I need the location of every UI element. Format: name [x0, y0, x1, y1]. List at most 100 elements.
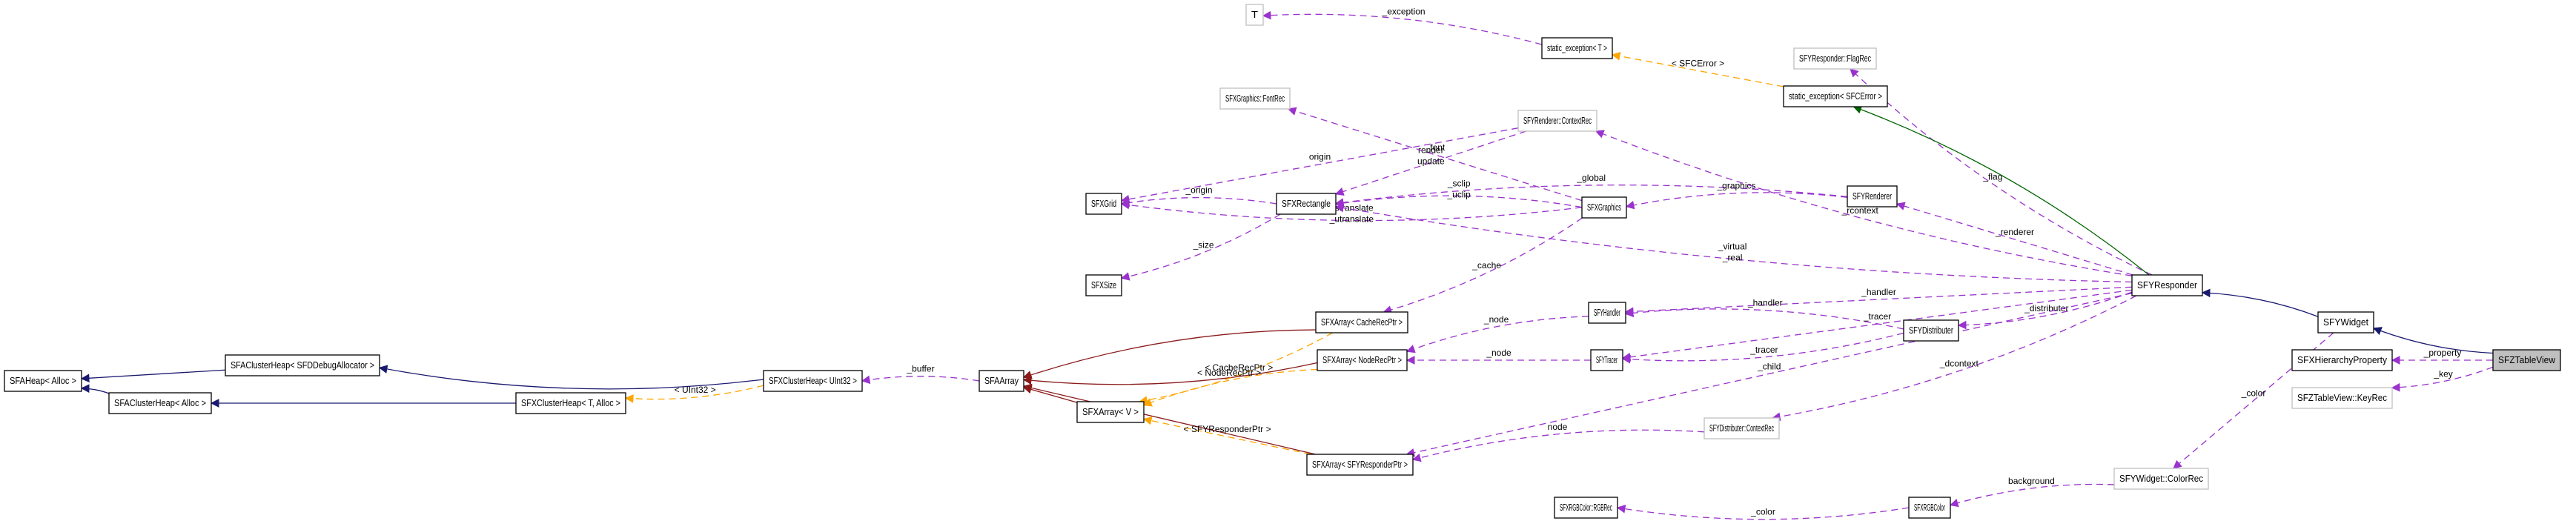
class-name: SFYTracer: [1596, 354, 1618, 365]
class-node-sfyrendererctx[interactable]: SFYRenderer::ContextRec: [1517, 110, 1597, 132]
class-node-sfydistributerctx[interactable]: SFYDistributer::ContextRec: [1703, 417, 1780, 439]
edge-label: _property: [2423, 348, 2462, 358]
class-name: T: [1251, 9, 1258, 20]
class-node-sfxarrayv[interactable]: SFXArray< V >: [1076, 401, 1145, 423]
class-node-sfxgraphics[interactable]: SFXGraphics: [1581, 196, 1627, 219]
class-node-sfxgrid[interactable]: SFXGrid: [1085, 193, 1122, 215]
edge-sfytracer-to-sfxarraynode: _node: [1405, 348, 1591, 365]
class-name: SFAArray: [984, 375, 1019, 386]
edge-label: _utranslate: [1329, 213, 1374, 224]
class-node-sfxclusterheapu[interactable]: SFXClusterHeap< UInt32 >: [763, 370, 863, 392]
class-node-sfaarray[interactable]: SFAArray: [979, 370, 1024, 392]
class-name: SFYDistributer: [1909, 325, 1953, 336]
edge-sfydistributer-to-sfytracer: _tracer: [1621, 332, 1904, 364]
class-node-sfywidgetcolor[interactable]: SFYWidget::ColorRec: [2113, 468, 2209, 490]
edge-label: _node: [1483, 314, 1509, 325]
class-node-sfyhandler[interactable]: SFYHandler: [1588, 302, 1626, 324]
class-name: SFYWidget: [2323, 316, 2368, 328]
edge-label: _real: [1722, 253, 1743, 263]
inherit-public-edge: [2201, 288, 2319, 317]
class-node-sfyrenderer[interactable]: SFYRenderer: [1847, 185, 1898, 208]
edge-label: _handler: [1861, 287, 1896, 297]
class-node-sfztableviewkey[interactable]: SFZTableView::KeyRec: [2291, 387, 2393, 409]
class-node-sfaclusterheapdbg[interactable]: SFAClusterHeap< SFDDebugAllocator >: [225, 354, 380, 376]
class-node-sfxrectangle[interactable]: SFXRectangle: [1276, 193, 1337, 215]
class-node-t[interactable]: T: [1245, 4, 1264, 26]
edge-sfztableview-to-sfxhierarchyproperty: _property: [2391, 348, 2493, 365]
edge-label: _global: [1576, 173, 1606, 183]
usage-edge: [1621, 289, 2133, 362]
edge-label: < SFYResponderPtr >: [1184, 424, 1271, 434]
edge-sfxrgbcolor-to-sfxrgbcolorrec: _color: [1616, 504, 1910, 520]
class-name: SFXRectangle: [1282, 198, 1331, 209]
edge-sfxrectangle-to-sfxsize: _size: [1120, 213, 1281, 281]
edge-label: _size: [1193, 240, 1214, 250]
class-name: SFXGraphics: [1587, 202, 1621, 213]
class-name: SFYWidget::ColorRec: [2119, 473, 2203, 484]
class-node-sfxgraphicsfontrec[interactable]: SFXGraphics::FontRec: [1219, 87, 1291, 110]
edge-sfxarrayv-to-sfaarray: [1022, 385, 1078, 403]
edge-label: < UInt32 >: [675, 385, 716, 395]
usage-edge: [1411, 429, 1705, 462]
class-node-sfxarraycache[interactable]: SFXArray< CacheRecPtr >: [1315, 311, 1408, 333]
edge-label: _node: [1486, 348, 1512, 358]
edge-label: background: [2008, 476, 2055, 486]
edge-label: < SFCError >: [1672, 58, 1724, 68]
edge-label: _sclip: [1447, 178, 1471, 188]
inherit-private-edge: [1022, 362, 1318, 385]
collaboration-diagram: < UInt32 >_buffer < CacheRecPtr >< NodeRe…: [4, 4, 2561, 520]
class-node-sfydistributer[interactable]: SFYDistributer: [1903, 319, 1959, 342]
edge-sfxrectangle-to-sfxgrid: _origin: [1120, 185, 1277, 208]
class-name: SFXArray< NodeRecPtr >: [1322, 354, 1402, 365]
inherit-private-edge: [1022, 385, 1078, 403]
usage-edge: [861, 375, 980, 385]
class-name: SFYRenderer::ContextRec: [1523, 115, 1592, 126]
class-node-sfywidget[interactable]: SFYWidget: [2317, 311, 2374, 333]
class-name: SFZTableView: [2498, 354, 2556, 365]
edge-sfaclusterheapdbg-to-sfaheap: [80, 369, 226, 383]
edge-sfxgraphics-to-sfxgrid: _stranslate_utranslate: [1120, 200, 1583, 224]
class-name: SFXSize: [1091, 279, 1116, 291]
class-node-sfytracer[interactable]: SFYTracer: [1590, 349, 1623, 371]
class-node-sfxclusterheapt[interactable]: SFXClusterHeap< T, Alloc >: [515, 392, 626, 414]
inherit-public-edge: [80, 384, 110, 394]
class-name: SFAClusterHeap< Alloc >: [114, 397, 206, 408]
edge-label: _color: [1750, 507, 1775, 517]
class-name: SFXHierarchyProperty: [2297, 354, 2387, 365]
edge-sfywidgetcolor-to-sfxrgbcolor: background: [1949, 476, 2115, 508]
class-name: SFXClusterHeap< UInt32 >: [769, 375, 857, 386]
edge-label: _buffer: [906, 364, 934, 374]
class-name: SFAHeap< Alloc >: [10, 375, 76, 386]
class-node-staticexct[interactable]: static_exception< T >: [1541, 37, 1613, 59]
edge-label: _child: [1757, 361, 1781, 371]
class-node-sfxarraynode[interactable]: SFXArray< NodeRecPtr >: [1317, 349, 1408, 371]
class-node-sfyresponder[interactable]: SFYResponder: [2131, 274, 2203, 296]
class-node-sfxsize[interactable]: SFXSize: [1085, 274, 1122, 296]
class-name: SFXGraphics::FontRec: [1225, 93, 1285, 104]
edge-label: _handler: [1747, 298, 1783, 308]
class-name: SFYHandler: [1594, 307, 1620, 318]
class-name: SFYResponder: [2137, 279, 2198, 291]
class-node-sfaclusterheap[interactable]: SFAClusterHeap< Alloc >: [108, 392, 212, 414]
class-name: SFXRGBColor: [1914, 502, 1945, 513]
edge-sfyrenderer-to-sfxgraphics: _graphics: [1625, 181, 1848, 210]
edge-label: < NodeRecPtr >: [1197, 368, 1261, 378]
class-node-sfxrgbcolor[interactable]: SFXRGBColor: [1908, 497, 1951, 519]
class-node-sfyresponderflag[interactable]: SFYResponder::FlagRec: [1793, 47, 1877, 70]
edge-sfaclusterheap-to-sfaheap: [80, 384, 110, 394]
class-node-staticexcerr[interactable]: static_exception< SFCError >: [1783, 85, 1888, 107]
edge-sfyhandler-to-sfxarraynode: _node: [1405, 314, 1589, 354]
edge-label: _dcontext: [1939, 358, 1979, 368]
edge-staticexcerr-to-staticexct: < SFCError >: [1611, 52, 1784, 87]
edge-sfyresponder-to-sfydistributer: _distributer: [1957, 291, 2133, 330]
edge-sfyresponder-to-sfytracer: _tracer: [1621, 289, 2133, 362]
edge-sfyresponder-to-sfyrenderer: _renderer: [1895, 202, 2133, 276]
class-name: SFAClusterHeap< SFDDebugAllocator >: [231, 359, 374, 371]
class-node-sfxhierarchyproperty[interactable]: SFXHierarchyProperty: [2291, 349, 2393, 371]
edge-staticexct-to-t: _exception: [1262, 7, 1543, 45]
edge-sfxarraynode-to-sfaarray: [1022, 362, 1318, 385]
class-node-sfztableview[interactable]: SFZTableView: [2492, 349, 2561, 371]
class-node-sfaheap[interactable]: SFAHeap< Alloc >: [4, 370, 82, 392]
class-node-sfxarrayresp[interactable]: SFXArray< SFYResponderPtr >: [1306, 454, 1414, 476]
class-node-sfxrgbcolorrec[interactable]: SFXRGBColor::RGBRec: [1554, 497, 1618, 519]
